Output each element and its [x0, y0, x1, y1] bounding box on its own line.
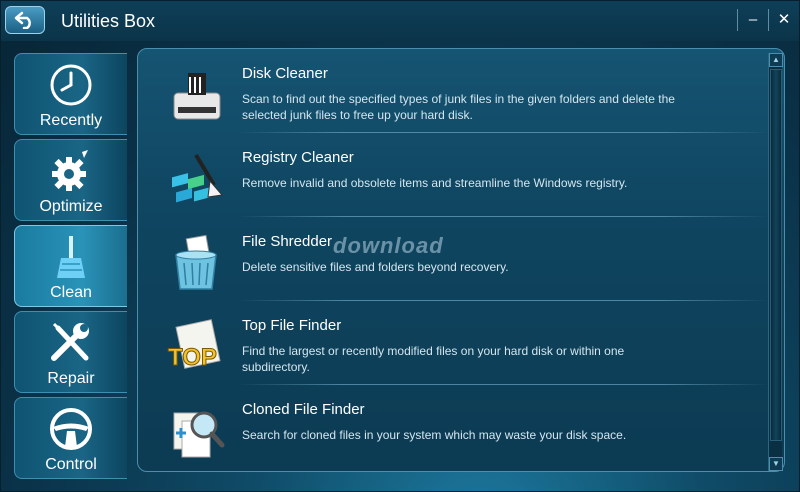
tool-description: Find the largest or recently modified fi…: [242, 344, 625, 374]
tool-disk-cleaner[interactable]: Disk Cleaner Scan to find out the specif…: [138, 49, 768, 133]
steering-wheel-icon: [50, 408, 92, 450]
tool-file-shredder[interactable]: File Shredder Delete sensitive files and…: [138, 217, 768, 301]
sidebar-item-repair[interactable]: Repair: [14, 311, 127, 393]
scrollbar[interactable]: ▲ ▼: [768, 53, 783, 471]
tool-cloned-file-finder[interactable]: Cloned File Finder Search for cloned fil…: [138, 385, 768, 469]
watermark: download: [333, 233, 444, 258]
tool-description: Search for cloned files in your system w…: [242, 428, 627, 442]
back-arrow-icon: [14, 11, 31, 29]
tool-registry-cleaner[interactable]: Registry Cleaner Remove invalid and obso…: [138, 133, 768, 217]
tool-title: File Shredder: [242, 233, 333, 250]
top-file-finder-icon: TOP: [168, 319, 221, 372]
sidebar: Recently Optimize Clean Repair Control: [14, 53, 127, 479]
tool-title: Registry Cleaner: [242, 149, 354, 166]
broom-icon: [57, 236, 85, 278]
tool-description: Scan to find out the specified types of …: [242, 92, 675, 122]
window-controls: – ✕: [737, 7, 799, 33]
gear-icon: [52, 150, 88, 191]
sidebar-item-clean[interactable]: Clean: [14, 225, 127, 307]
disk-cleaner-icon: [173, 73, 221, 120]
tool-description: Delete sensitive files and folders beyon…: [242, 260, 509, 274]
tool-title: Disk Cleaner: [242, 65, 328, 82]
svg-text:TOP: TOP: [168, 344, 217, 371]
close-button[interactable]: ✕: [773, 9, 795, 31]
sidebar-item-label: Clean: [50, 284, 92, 301]
tool-top-file-finder[interactable]: TOP Top File Finder Find the largest or …: [138, 301, 768, 385]
sidebar-item-optimize[interactable]: Optimize: [14, 139, 127, 221]
scroll-thumb[interactable]: [770, 69, 782, 441]
window-title: Utilities Box: [61, 11, 156, 31]
sidebar-item-recently[interactable]: Recently: [14, 53, 127, 135]
title-bar: Utilities Box – ✕: [1, 1, 799, 41]
wrench-screwdriver-icon: [51, 322, 89, 361]
clock-icon: [50, 64, 92, 106]
utilities-box-window: Utilities Box – ✕ Recently Optimize Clea…: [0, 0, 800, 492]
sidebar-item-label: Control: [45, 456, 97, 473]
registry-cleaner-icon: [172, 153, 223, 203]
sidebar-item-label: Optimize: [39, 198, 103, 215]
scroll-down-arrow[interactable]: ▼: [769, 457, 783, 471]
cloned-file-finder-icon: [173, 411, 225, 458]
tool-title: Top File Finder: [242, 317, 342, 334]
sidebar-item-label: Recently: [39, 112, 103, 129]
minimize-button[interactable]: –: [742, 9, 764, 31]
back-button[interactable]: [5, 6, 45, 34]
separator: [768, 9, 769, 31]
tools-panel: Disk Cleaner Scan to find out the specif…: [137, 48, 785, 472]
sidebar-item-control[interactable]: Control: [14, 397, 127, 479]
separator: [737, 9, 738, 31]
tool-description: Remove invalid and obsolete items and st…: [242, 176, 628, 190]
scroll-up-arrow[interactable]: ▲: [769, 53, 783, 67]
sidebar-item-label: Repair: [47, 370, 95, 387]
file-shredder-icon: [175, 235, 217, 290]
tool-title: Cloned File Finder: [242, 401, 365, 418]
